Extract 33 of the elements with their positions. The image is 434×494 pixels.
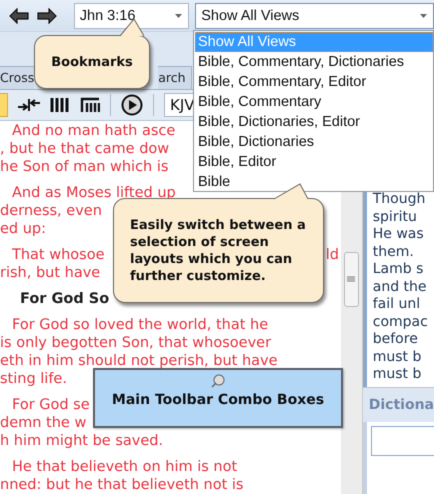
callout-text: Easily switch between a selection of screen layouts which you can further customize.	[130, 216, 307, 284]
commentary-text: Though	[372, 191, 426, 207]
verse-text: For God so loved the world, that he	[12, 316, 268, 334]
commentary-text: spiritu	[372, 208, 417, 224]
note-text: Main Toolbar Combo Boxes	[112, 392, 324, 408]
verse-text: he Son of man which is	[0, 158, 168, 176]
section-heading: For God So	[20, 290, 110, 308]
commentary-text: fail unl	[372, 296, 420, 312]
verse-text: ld	[326, 246, 339, 264]
commentary-text: them.	[372, 244, 414, 260]
verse-text: ed up:	[0, 220, 46, 238]
verse-text: derness, even	[0, 202, 102, 220]
commentary-text: compac	[372, 314, 428, 330]
verse-text: h him might be saved.	[0, 432, 164, 450]
verse-text: That whosoe	[12, 246, 104, 264]
verse-text: For God se	[12, 396, 90, 414]
verse-text: demn the w	[0, 414, 86, 432]
verse-text: And no man hath asce	[12, 122, 176, 140]
commentary-text: must b	[372, 348, 422, 364]
commentary-text: must b	[372, 366, 422, 382]
verse-text: rish, but have	[0, 264, 100, 282]
verse-text: nned: but he that believeth not is	[0, 476, 244, 494]
verse-text: , but he that came dow	[0, 140, 170, 158]
commentary-text: before	[372, 331, 418, 347]
verse-text: sting life.	[0, 370, 67, 388]
verse-text: eth in him should not perish, but have	[0, 352, 278, 370]
verse-text: He that believeth on him is not	[12, 458, 238, 476]
verse-text: And as Moses lifted up	[12, 184, 176, 202]
verse-text: is only begotten Son, that whosoever	[0, 334, 272, 352]
commentary-text: Lamb s	[372, 261, 424, 277]
commentary-text: and the	[372, 278, 427, 294]
commentary-text: He was	[372, 226, 424, 242]
callout-text: Bookmarks	[51, 54, 133, 70]
